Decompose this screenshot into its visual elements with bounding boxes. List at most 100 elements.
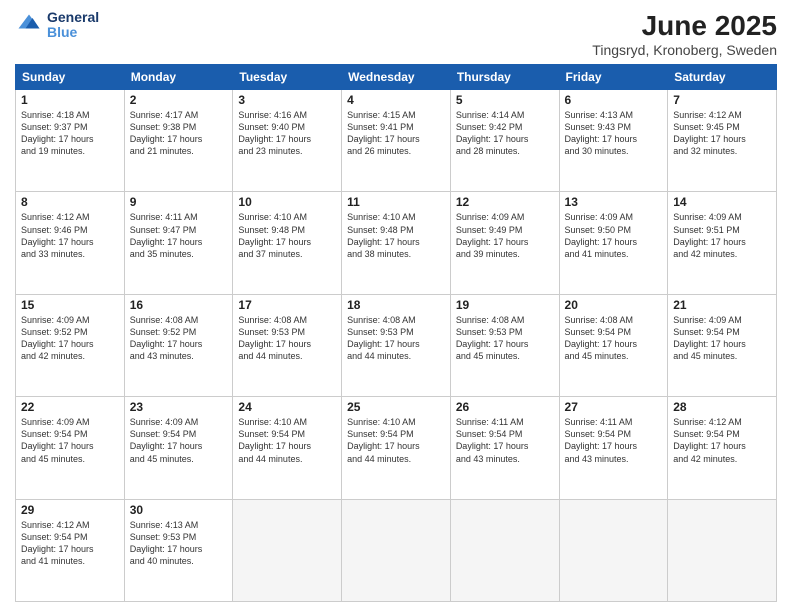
calendar-table: SundayMondayTuesdayWednesdayThursdayFrid… — [15, 64, 777, 602]
day-info: Sunrise: 4:12 AM Sunset: 9:45 PM Dayligh… — [673, 109, 771, 158]
calendar-cell-2-4: 11 Sunrise: 4:10 AM Sunset: 9:48 PM Dayli… — [342, 192, 451, 294]
day-number: 4 — [347, 93, 445, 107]
calendar-cell-4-6: 27 Sunrise: 4:11 AM Sunset: 9:54 PM Dayli… — [559, 397, 668, 499]
day-number: 2 — [130, 93, 228, 107]
calendar-cell-3-7: 21 Sunrise: 4:09 AM Sunset: 9:54 PM Dayli… — [668, 294, 777, 396]
day-info: Sunrise: 4:11 AM Sunset: 9:54 PM Dayligh… — [565, 416, 663, 465]
col-header-thursday: Thursday — [450, 65, 559, 90]
day-number: 3 — [238, 93, 336, 107]
day-number: 16 — [130, 298, 228, 312]
day-info: Sunrise: 4:09 AM Sunset: 9:51 PM Dayligh… — [673, 211, 771, 260]
week-row-4: 22 Sunrise: 4:09 AM Sunset: 9:54 PM Dayli… — [16, 397, 777, 499]
day-number: 18 — [347, 298, 445, 312]
calendar-cell-1-1: 1 Sunrise: 4:18 AM Sunset: 9:37 PM Daylig… — [16, 90, 125, 192]
week-row-5: 29 Sunrise: 4:12 AM Sunset: 9:54 PM Dayli… — [16, 499, 777, 601]
day-info: Sunrise: 4:10 AM Sunset: 9:48 PM Dayligh… — [238, 211, 336, 260]
week-row-2: 8 Sunrise: 4:12 AM Sunset: 9:46 PM Daylig… — [16, 192, 777, 294]
calendar-cell-3-6: 20 Sunrise: 4:08 AM Sunset: 9:54 PM Dayli… — [559, 294, 668, 396]
day-number: 29 — [21, 503, 119, 517]
day-number: 1 — [21, 93, 119, 107]
day-info: Sunrise: 4:10 AM Sunset: 9:48 PM Dayligh… — [347, 211, 445, 260]
calendar-cell-5-5 — [450, 499, 559, 601]
title-block: June 2025 Tingsryd, Kronoberg, Sweden — [592, 10, 777, 58]
day-info: Sunrise: 4:10 AM Sunset: 9:54 PM Dayligh… — [347, 416, 445, 465]
day-number: 20 — [565, 298, 663, 312]
col-header-saturday: Saturday — [668, 65, 777, 90]
day-info: Sunrise: 4:11 AM Sunset: 9:54 PM Dayligh… — [456, 416, 554, 465]
calendar-cell-3-3: 17 Sunrise: 4:08 AM Sunset: 9:53 PM Dayli… — [233, 294, 342, 396]
logo-text: General Blue — [47, 10, 99, 41]
logo-icon — [15, 11, 43, 39]
calendar-cell-3-5: 19 Sunrise: 4:08 AM Sunset: 9:53 PM Dayli… — [450, 294, 559, 396]
day-number: 7 — [673, 93, 771, 107]
page: General Blue June 2025 Tingsryd, Kronobe… — [0, 0, 792, 612]
calendar-cell-2-5: 12Sunrise: 4:09 AM Sunset: 9:49 PM Dayli… — [450, 192, 559, 294]
day-number: 8 — [21, 195, 119, 209]
calendar-cell-2-1: 8 Sunrise: 4:12 AM Sunset: 9:46 PM Daylig… — [16, 192, 125, 294]
calendar-cell-1-4: 4 Sunrise: 4:15 AM Sunset: 9:41 PM Daylig… — [342, 90, 451, 192]
day-info: Sunrise: 4:09 AM Sunset: 9:54 PM Dayligh… — [673, 314, 771, 363]
day-info: Sunrise: 4:13 AM Sunset: 9:43 PM Dayligh… — [565, 109, 663, 158]
calendar-cell-5-3 — [233, 499, 342, 601]
day-info: Sunrise: 4:12 AM Sunset: 9:54 PM Dayligh… — [673, 416, 771, 465]
day-number: 6 — [565, 93, 663, 107]
day-number: 26 — [456, 400, 554, 414]
calendar-cell-4-5: 26 Sunrise: 4:11 AM Sunset: 9:54 PM Dayli… — [450, 397, 559, 499]
day-info: Sunrise: 4:10 AM Sunset: 9:54 PM Dayligh… — [238, 416, 336, 465]
day-info: Sunrise: 4:09 AM Sunset: 9:50 PM Dayligh… — [565, 211, 663, 260]
day-number: 17 — [238, 298, 336, 312]
col-header-monday: Monday — [124, 65, 233, 90]
day-number: 5 — [456, 93, 554, 107]
day-info: Sunrise: 4:09 AM Sunset: 9:52 PM Dayligh… — [21, 314, 119, 363]
calendar-cell-4-1: 22 Sunrise: 4:09 AM Sunset: 9:54 PM Dayli… — [16, 397, 125, 499]
day-number: 10 — [238, 195, 336, 209]
day-info: Sunrise: 4:08 AM Sunset: 9:52 PM Dayligh… — [130, 314, 228, 363]
day-info: Sunrise: 4:18 AM Sunset: 9:37 PM Dayligh… — [21, 109, 119, 158]
calendar-cell-5-1: 29 Sunrise: 4:12 AM Sunset: 9:54 PM Dayli… — [16, 499, 125, 601]
day-info: Sunrise: 4:11 AM Sunset: 9:47 PM Dayligh… — [130, 211, 228, 260]
calendar-header-row: SundayMondayTuesdayWednesdayThursdayFrid… — [16, 65, 777, 90]
day-info: Sunrise: 4:08 AM Sunset: 9:54 PM Dayligh… — [565, 314, 663, 363]
col-header-friday: Friday — [559, 65, 668, 90]
day-number: 30 — [130, 503, 228, 517]
subtitle: Tingsryd, Kronoberg, Sweden — [592, 42, 777, 58]
day-info: Sunrise: 4:09 AM Sunset: 9:54 PM Dayligh… — [130, 416, 228, 465]
day-number: 24 — [238, 400, 336, 414]
day-number: 22 — [21, 400, 119, 414]
logo-line1: General — [47, 10, 99, 25]
calendar-cell-4-2: 23 Sunrise: 4:09 AM Sunset: 9:54 PM Dayli… — [124, 397, 233, 499]
calendar-cell-4-3: 24 Sunrise: 4:10 AM Sunset: 9:54 PM Dayli… — [233, 397, 342, 499]
day-info: Sunrise: 4:09 AM Sunset: 9:54 PM Dayligh… — [21, 416, 119, 465]
day-info: Sunrise: 4:08 AM Sunset: 9:53 PM Dayligh… — [456, 314, 554, 363]
logo-line2: Blue — [47, 25, 99, 40]
day-number: 28 — [673, 400, 771, 414]
day-info: Sunrise: 4:15 AM Sunset: 9:41 PM Dayligh… — [347, 109, 445, 158]
col-header-sunday: Sunday — [16, 65, 125, 90]
calendar-cell-5-4 — [342, 499, 451, 601]
calendar-cell-5-2: 30 Sunrise: 4:13 AM Sunset: 9:53 PM Dayli… — [124, 499, 233, 601]
day-number: 14 — [673, 195, 771, 209]
calendar-cell-3-4: 18 Sunrise: 4:08 AM Sunset: 9:53 PM Dayli… — [342, 294, 451, 396]
day-number: 27 — [565, 400, 663, 414]
calendar-cell-1-5: 5Sunrise: 4:14 AM Sunset: 9:42 PM Daylig… — [450, 90, 559, 192]
day-info: Sunrise: 4:12 AM Sunset: 9:46 PM Dayligh… — [21, 211, 119, 260]
main-title: June 2025 — [592, 10, 777, 42]
day-number: 11 — [347, 195, 445, 209]
calendar-cell-3-2: 16 Sunrise: 4:08 AM Sunset: 9:52 PM Dayli… — [124, 294, 233, 396]
col-header-tuesday: Tuesday — [233, 65, 342, 90]
week-row-3: 15 Sunrise: 4:09 AM Sunset: 9:52 PM Dayli… — [16, 294, 777, 396]
day-info: Sunrise: 4:08 AM Sunset: 9:53 PM Dayligh… — [238, 314, 336, 363]
day-number: 15 — [21, 298, 119, 312]
day-info: Sunrise: 4:08 AM Sunset: 9:53 PM Dayligh… — [347, 314, 445, 363]
day-info: Sunrise: 4:13 AM Sunset: 9:53 PM Dayligh… — [130, 519, 228, 568]
day-number: 23 — [130, 400, 228, 414]
day-info: Sunrise: 4:12 AM Sunset: 9:54 PM Dayligh… — [21, 519, 119, 568]
col-header-wednesday: Wednesday — [342, 65, 451, 90]
day-info: Sunrise: 4:16 AM Sunset: 9:40 PM Dayligh… — [238, 109, 336, 158]
day-info: Sunrise: 4:17 AM Sunset: 9:38 PM Dayligh… — [130, 109, 228, 158]
calendar-cell-3-1: 15 Sunrise: 4:09 AM Sunset: 9:52 PM Dayli… — [16, 294, 125, 396]
calendar-cell-5-7 — [668, 499, 777, 601]
header: General Blue June 2025 Tingsryd, Kronobe… — [15, 10, 777, 58]
day-number: 21 — [673, 298, 771, 312]
day-number: 19 — [456, 298, 554, 312]
